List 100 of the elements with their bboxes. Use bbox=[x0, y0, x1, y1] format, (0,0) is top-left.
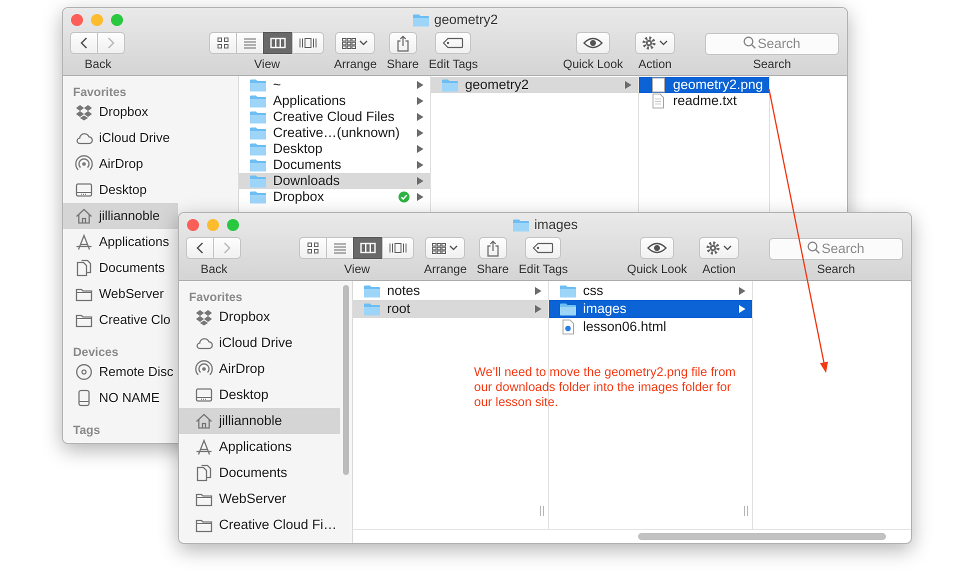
icon-view-button[interactable] bbox=[209, 32, 238, 54]
sidebar-item[interactable]: jilliannoble bbox=[179, 408, 340, 434]
dropbox-icon bbox=[75, 103, 93, 121]
folder-icon bbox=[249, 190, 267, 204]
search-icon bbox=[743, 36, 756, 49]
search-field[interactable]: Search bbox=[705, 32, 840, 54]
folder-item[interactable]: Downloads bbox=[239, 173, 430, 189]
file-item[interactable]: geometry2.png bbox=[639, 77, 770, 93]
sidebar-item[interactable]: Desktop bbox=[179, 382, 340, 408]
toolbar-label: Arrange bbox=[334, 57, 377, 71]
folder-item[interactable]: geometry2 bbox=[431, 77, 638, 93]
edit-tags-button[interactable] bbox=[525, 237, 562, 259]
folder-item[interactable]: Applications bbox=[239, 93, 430, 109]
search-field[interactable]: Search bbox=[769, 238, 904, 260]
folder-item[interactable]: Dropbox bbox=[239, 189, 430, 205]
toolbar-label: Share bbox=[386, 57, 419, 71]
back-button[interactable] bbox=[186, 237, 214, 259]
sidebar-item[interactable]: Desktop bbox=[63, 177, 178, 203]
sidebar-item[interactable]: iCloud Drive bbox=[63, 125, 178, 151]
share-icon bbox=[486, 240, 500, 256]
resize-handle-icon bbox=[743, 506, 749, 516]
list-view-button[interactable] bbox=[236, 32, 264, 54]
sidebar-item[interactable]: NO NAME bbox=[63, 385, 178, 411]
folder-item[interactable]: Creative Cloud Files bbox=[239, 109, 430, 125]
sidebar-item[interactable]: Creative Cloud Fi… bbox=[179, 512, 340, 538]
chevron-right-icon bbox=[106, 36, 116, 50]
disc-icon bbox=[75, 363, 93, 381]
edit-tags-button[interactable] bbox=[435, 32, 472, 54]
tag-icon bbox=[442, 37, 464, 49]
sidebar-heading: Tags bbox=[73, 423, 100, 437]
sidebar-item[interactable]: Dropbox bbox=[63, 99, 178, 125]
sidebar-item[interactable]: Documents bbox=[179, 460, 340, 486]
arrange-button[interactable] bbox=[335, 32, 376, 54]
house-icon bbox=[195, 412, 213, 430]
toolbar-label: Share bbox=[476, 262, 509, 276]
caret-down-icon bbox=[659, 40, 668, 46]
scrollbar-thumb[interactable] bbox=[638, 533, 886, 540]
applications-icon bbox=[195, 438, 213, 456]
column-view-button[interactable] bbox=[263, 32, 294, 54]
quick-look-button[interactable] bbox=[576, 32, 610, 54]
sidebar-item[interactable]: Applications bbox=[179, 434, 340, 460]
arrange-button[interactable] bbox=[425, 237, 466, 259]
sidebar-item[interactable]: WebServer bbox=[179, 486, 340, 512]
window-title: images bbox=[534, 216, 578, 234]
action-button[interactable] bbox=[699, 237, 740, 259]
quick-look-button[interactable] bbox=[640, 237, 674, 259]
chevron-left-icon bbox=[79, 36, 89, 50]
sidebar-item[interactable]: jilliannoble bbox=[63, 203, 178, 229]
back-button[interactable] bbox=[70, 32, 98, 54]
toolbar-label: Back bbox=[200, 262, 228, 276]
columns-icon bbox=[270, 37, 286, 49]
airdrop-icon bbox=[195, 360, 213, 378]
folder-icon bbox=[441, 78, 459, 92]
sidebar-item[interactable]: WebServer bbox=[63, 281, 178, 307]
columns-icon bbox=[360, 242, 376, 254]
icon-grid-icon bbox=[307, 242, 320, 254]
icon-view-button[interactable] bbox=[299, 237, 328, 259]
column-view-button[interactable] bbox=[353, 237, 384, 259]
file-item[interactable]: readme.txt bbox=[639, 93, 770, 109]
list-view-button[interactable] bbox=[326, 237, 354, 259]
file-item[interactable]: lesson06.html bbox=[549, 318, 752, 336]
folder-icon bbox=[512, 218, 530, 232]
folder-icon bbox=[249, 94, 267, 108]
folder-icon bbox=[363, 284, 381, 298]
share-button[interactable] bbox=[388, 32, 417, 54]
folder-item[interactable]: images bbox=[549, 300, 752, 318]
gear-icon bbox=[642, 36, 656, 50]
folder-icon bbox=[249, 78, 267, 92]
scrollbar-thumb[interactable] bbox=[343, 285, 349, 475]
action-button[interactable] bbox=[635, 32, 676, 54]
folder-item[interactable]: Documents bbox=[239, 157, 430, 173]
folder-item[interactable]: root bbox=[353, 300, 548, 318]
sidebar-item[interactable]: Creative Clo bbox=[63, 307, 178, 333]
sidebar-item[interactable]: AirDrop bbox=[179, 356, 340, 382]
folder-item[interactable]: ~ bbox=[239, 77, 430, 93]
sidebar-item[interactable]: Remote Disc bbox=[63, 359, 178, 385]
gallery-view-button[interactable] bbox=[382, 237, 414, 259]
sidebar-item[interactable]: iCloud Drive bbox=[179, 330, 340, 356]
caret-down-icon bbox=[723, 245, 732, 251]
grid-icon bbox=[432, 242, 446, 254]
documents-icon bbox=[75, 259, 93, 277]
sidebar-item[interactable]: Applications bbox=[63, 229, 178, 255]
folder-item[interactable]: css bbox=[549, 282, 752, 300]
toolbar-label: Quick Look bbox=[626, 262, 688, 276]
cover-flow-icon bbox=[299, 37, 318, 49]
resize-handle-icon bbox=[539, 506, 545, 516]
folder-item[interactable]: notes bbox=[353, 282, 548, 300]
sidebar-item[interactable]: AirDrop bbox=[63, 151, 178, 177]
gallery-view-button[interactable] bbox=[292, 32, 324, 54]
sidebar-item[interactable]: Documents bbox=[63, 255, 178, 281]
sidebar-item[interactable]: Dropbox bbox=[179, 304, 340, 330]
folder-icon bbox=[249, 174, 267, 188]
folder-icon bbox=[363, 302, 381, 316]
icon-grid-icon bbox=[217, 37, 230, 49]
toolbar-label: Edit Tags bbox=[518, 262, 568, 276]
folder-item[interactable]: Creative…(unknown) bbox=[239, 125, 430, 141]
sidebar-heading: Favorites bbox=[73, 85, 126, 99]
toolbar-label: Back bbox=[84, 57, 112, 71]
folder-item[interactable]: Desktop bbox=[239, 141, 430, 157]
share-button[interactable] bbox=[478, 237, 507, 259]
